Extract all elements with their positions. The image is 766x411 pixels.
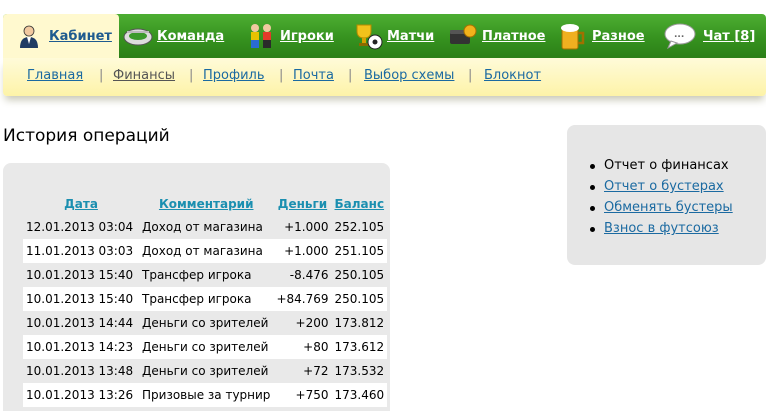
tab-players[interactable]: Игроки: [246, 14, 334, 58]
table-row: 12.01.2013 03:04 Доход от магазина +1.00…: [23, 215, 388, 239]
cell-comment: Призовые за турнир: [139, 383, 274, 407]
table-row: 10.01.2013 15:40 Трансфер игрока -8.476 …: [23, 263, 388, 287]
cell-comment: Деньги со зрителей: [139, 311, 274, 335]
cell-money: +1.000: [273, 239, 332, 263]
tab-label: Разное: [592, 28, 645, 44]
cell-date: 10.01.2013 15:40: [23, 263, 139, 287]
main-nav: Кабинет Команда Игроки Матчи Платное Раз…: [3, 14, 766, 58]
cell-balance: 173.532: [331, 359, 388, 383]
cell-date: 10.01.2013 14:23: [23, 335, 139, 359]
column-header-balance[interactable]: Баланс: [331, 193, 387, 215]
tab-label: Команда: [157, 28, 225, 44]
cell-balance: 173.612: [331, 335, 388, 359]
beer-mug-icon: [558, 22, 586, 50]
column-header-comment[interactable]: Комментарий: [139, 193, 273, 215]
cell-comment: Доход от магазина: [139, 215, 274, 239]
stadium-icon: [123, 22, 153, 50]
subnav-separator: |: [99, 68, 104, 83]
tab-cabinet[interactable]: Кабинет: [3, 14, 119, 58]
cell-date: 11.01.2013 03:03: [23, 239, 139, 263]
sidebar-item-booster-report[interactable]: Отчет о бустерах: [590, 179, 733, 200]
cell-comment: Деньги со зрителей: [139, 335, 274, 359]
column-header-money[interactable]: Деньги: [273, 193, 331, 215]
cell-money: +200: [273, 311, 332, 335]
user-icon: [15, 22, 43, 50]
table-row: 10.01.2013 14:44 Деньги со зрителей +200…: [23, 311, 388, 335]
cell-money: -8.476: [273, 263, 332, 287]
cell-comment: Трансфер игрока: [139, 263, 274, 287]
tab-label: Чат [8]: [703, 28, 756, 44]
tab-label: Платное: [482, 28, 546, 44]
trophy-ball-icon: [353, 22, 383, 50]
subnav-separator: |: [189, 68, 194, 83]
cell-date: 10.01.2013 15:40: [23, 287, 139, 311]
tab-label: Матчи: [387, 28, 435, 44]
subnav-separator: |: [348, 68, 353, 83]
sidebar-item-finance-report: Отчет о финансах: [590, 158, 733, 179]
cell-money: +750: [273, 383, 332, 407]
sidebar-list: Отчет о финансах Отчет о бустерах Обменя…: [590, 158, 733, 242]
tab-paid[interactable]: Платное: [448, 14, 545, 58]
subnav-separator: |: [468, 68, 473, 83]
table-row: 11.01.2013 03:03 Доход от магазина +1.00…: [23, 239, 388, 263]
sidebar-item-futsal-fee[interactable]: Взнос в футсоюз: [590, 221, 733, 242]
sub-nav: Главная | Финансы | Профиль | Почта | Вы…: [3, 58, 766, 96]
cell-comment: Деньги со зрителей: [139, 359, 274, 383]
cell-balance: 251.105: [331, 239, 388, 263]
subnav-scheme[interactable]: Выбор схемы: [364, 68, 454, 83]
operations-panel: Дата Комментарий Деньги Баланс 12.01.201…: [3, 163, 390, 411]
table-row: 10.01.2013 13:48 Деньги со зрителей +72 …: [23, 359, 388, 383]
page-title: История операций: [3, 126, 170, 146]
tab-label: Кабинет: [49, 28, 112, 44]
subnav-profile[interactable]: Профиль: [203, 68, 265, 83]
cell-money: +72: [273, 359, 332, 383]
table-row: 10.01.2013 14:23 Деньги со зрителей +80 …: [23, 335, 388, 359]
svg-text:...: ...: [674, 30, 684, 40]
cell-money: +1.000: [273, 215, 332, 239]
tab-team[interactable]: Команда: [123, 14, 224, 58]
cell-date: 12.01.2013 03:04: [23, 215, 139, 239]
sidebar-item-exchange-boosters[interactable]: Обменять бустеры: [590, 200, 733, 221]
tab-misc[interactable]: Разное: [558, 14, 645, 58]
cell-balance: 173.460: [331, 383, 388, 407]
subnav-main[interactable]: Главная: [27, 68, 83, 83]
chat-bubble-icon: ...: [663, 22, 697, 50]
tab-matches[interactable]: Матчи: [353, 14, 434, 58]
cell-comment: Трансфер игрока: [139, 287, 274, 311]
table-row: 10.01.2013 15:40 Трансфер игрока +84.769…: [23, 287, 388, 311]
cell-balance: 250.105: [331, 263, 388, 287]
operations-table: Дата Комментарий Деньги Баланс 12.01.201…: [23, 193, 388, 407]
cell-date: 10.01.2013 14:44: [23, 311, 139, 335]
cell-date: 10.01.2013 13:26: [23, 383, 139, 407]
wallet-coin-icon: [448, 22, 477, 50]
finance-sidebar: Отчет о финансах Отчет о бустерах Обменя…: [567, 125, 766, 265]
cell-balance: 250.105: [331, 287, 388, 311]
table-row: 10.01.2013 13:26 Призовые за турнир +750…: [23, 383, 388, 407]
subnav-finance[interactable]: Финансы: [113, 68, 175, 83]
column-header-date[interactable]: Дата: [23, 193, 139, 215]
cell-money: +80: [273, 335, 332, 359]
cell-comment: Доход от магазина: [139, 239, 274, 263]
subnav-separator: |: [279, 68, 284, 83]
tab-chat[interactable]: ... Чат [8]: [663, 14, 755, 58]
subnav-notepad[interactable]: Блокнот: [484, 68, 541, 83]
tab-label: Игроки: [280, 28, 334, 44]
cell-money: +84.769: [273, 287, 332, 311]
cell-balance: 252.105: [331, 215, 388, 239]
cell-balance: 173.812: [331, 311, 388, 335]
players-icon: [246, 22, 274, 50]
subnav-mail[interactable]: Почта: [293, 68, 334, 83]
cell-date: 10.01.2013 13:48: [23, 359, 139, 383]
